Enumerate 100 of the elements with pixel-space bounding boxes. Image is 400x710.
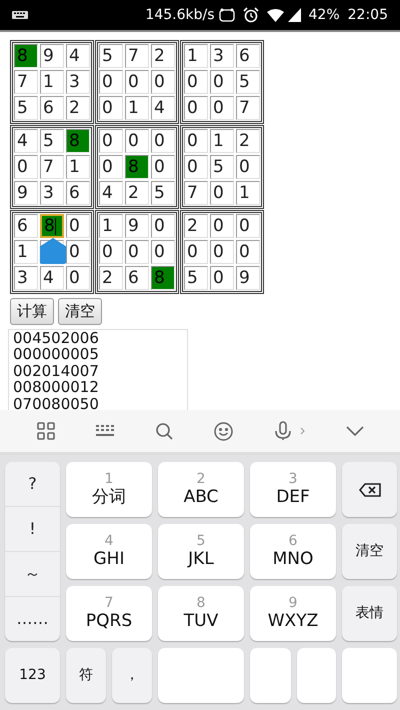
- grid-cell[interactable]: 4: [40, 266, 64, 290]
- grid-cell[interactable]: 6: [236, 44, 260, 68]
- grid-cell[interactable]: 0: [184, 240, 208, 264]
- grid-cell[interactable]: 0: [125, 129, 149, 153]
- grid-cell[interactable]: 0: [66, 266, 90, 290]
- function-key[interactable]: 清空: [342, 524, 397, 579]
- grid-cell[interactable]: 3: [40, 181, 64, 205]
- grid-cell[interactable]: 0: [99, 96, 123, 120]
- grid-cell[interactable]: 0: [210, 240, 234, 264]
- grid-cell[interactable]: 7: [184, 181, 208, 205]
- grid-cell[interactable]: 2: [66, 96, 90, 120]
- calculate-button[interactable]: 计算: [10, 298, 54, 324]
- grid-cell[interactable]: 8: [14, 44, 38, 68]
- backspace-key[interactable]: [342, 462, 397, 517]
- grid-cell[interactable]: 0: [125, 70, 149, 94]
- smiley-icon[interactable]: [214, 422, 232, 440]
- grid-cell[interactable]: 8: [125, 155, 149, 179]
- grid-cell[interactable]: 8: [151, 266, 175, 290]
- grid-cell[interactable]: 1: [236, 181, 260, 205]
- grid-cell[interactable]: 5: [40, 129, 64, 153]
- grid-cell[interactable]: 2: [184, 214, 208, 238]
- grid-cell[interactable]: 0: [66, 214, 90, 238]
- grid-cell[interactable]: 1: [184, 44, 208, 68]
- grid-cell[interactable]: 0: [99, 155, 123, 179]
- symbol-key[interactable]: !: [5, 507, 60, 552]
- symbol-key[interactable]: ?: [5, 462, 60, 507]
- grid-cell[interactable]: 0: [210, 70, 234, 94]
- grid-cell[interactable]: 5: [151, 181, 175, 205]
- grid-cell[interactable]: 0: [184, 70, 208, 94]
- keyboard-icon[interactable]: [96, 425, 114, 437]
- grid-cell[interactable]: 3: [66, 70, 90, 94]
- letter-key[interactable]: 3 DEF: [250, 462, 336, 517]
- function-key[interactable]: 符: [66, 648, 106, 703]
- grid-cell[interactable]: 0: [236, 240, 260, 264]
- grid-cell[interactable]: 2: [151, 44, 175, 68]
- letter-key[interactable]: 4 GHI: [66, 524, 152, 579]
- grid-cell[interactable]: 6: [14, 214, 38, 238]
- grid-cell[interactable]: 0: [151, 240, 175, 264]
- grid-cell[interactable]: 5: [236, 70, 260, 94]
- grid-cell[interactable]: 0: [125, 240, 149, 264]
- grid-cell[interactable]: 5: [184, 266, 208, 290]
- output-field[interactable]: 004502006 000000005 002014007 008000012 070080050: [8, 328, 188, 410]
- grid-cell[interactable]: 7: [14, 70, 38, 94]
- grid-cell[interactable]: 4: [99, 181, 123, 205]
- grid-cell[interactable]: 0: [151, 129, 175, 153]
- grid-cell[interactable]: 0: [14, 155, 38, 179]
- function-key[interactable]: 123: [5, 648, 60, 703]
- grid-cell[interactable]: 9: [40, 44, 64, 68]
- function-key[interactable]: 表情: [342, 586, 397, 641]
- grid-cell[interactable]: 9: [14, 181, 38, 205]
- search-icon[interactable]: [154, 422, 172, 440]
- grid-cell[interactable]: 0: [210, 181, 234, 205]
- grid-cell[interactable]: 0: [99, 240, 123, 264]
- grid-cell[interactable]: 9: [236, 266, 260, 290]
- chevron-right-icon[interactable]: [300, 427, 304, 435]
- letter-key[interactable]: 6 MNO: [250, 524, 336, 579]
- letter-key[interactable]: 5 JKL: [158, 524, 244, 579]
- grid-menu-icon[interactable]: [36, 422, 54, 440]
- grid-cell[interactable]: 2: [99, 266, 123, 290]
- letter-key[interactable]: 1 分词: [66, 462, 152, 517]
- grid-cell[interactable]: 0: [210, 266, 234, 290]
- grid-cell[interactable]: 0: [236, 155, 260, 179]
- grid-cell[interactable]: 4: [66, 44, 90, 68]
- grid-cell[interactable]: 0: [210, 214, 234, 238]
- grid-cell[interactable]: 0: [236, 214, 260, 238]
- grid-cell[interactable]: 1: [99, 214, 123, 238]
- grid-cell[interactable]: 4: [151, 96, 175, 120]
- grid-cell[interactable]: 7: [40, 155, 64, 179]
- function-key[interactable]: ，: [112, 648, 152, 703]
- grid-cell[interactable]: 0: [210, 96, 234, 120]
- grid-cell[interactable]: 1: [66, 155, 90, 179]
- grid-cell[interactable]: 7: [236, 96, 260, 120]
- grid-cell[interactable]: 1: [125, 96, 149, 120]
- grid-cell[interactable]: 8: [66, 129, 90, 153]
- grid-cell[interactable]: 3: [14, 266, 38, 290]
- grid-cell[interactable]: 9: [125, 214, 149, 238]
- grid-cell[interactable]: 1: [14, 240, 38, 264]
- collapse-icon[interactable]: [346, 426, 364, 436]
- letter-key[interactable]: 2 ABC: [158, 462, 244, 517]
- grid-cell[interactable]: 7: [125, 44, 149, 68]
- letter-key[interactable]: 7 PQRS: [66, 586, 152, 641]
- cursor-handle[interactable]: [39, 238, 67, 264]
- grid-cell[interactable]: 1: [210, 129, 234, 153]
- grid-cell[interactable]: 3: [210, 44, 234, 68]
- grid-cell[interactable]: 0: [99, 70, 123, 94]
- grid-cell[interactable]: 0: [151, 70, 175, 94]
- grid-cell[interactable]: 5: [99, 44, 123, 68]
- grid-cell[interactable]: 8: [40, 214, 64, 238]
- grid-cell[interactable]: 0: [151, 214, 175, 238]
- grid-cell[interactable]: 5: [210, 155, 234, 179]
- grid-cell[interactable]: 5: [14, 96, 38, 120]
- grid-cell[interactable]: 0: [184, 96, 208, 120]
- letter-key[interactable]: 9 WXYZ: [250, 586, 336, 641]
- grid-cell[interactable]: 4: [14, 129, 38, 153]
- grid-cell[interactable]: 6: [125, 266, 149, 290]
- letter-key[interactable]: 8 TUV: [158, 586, 244, 641]
- grid-cell[interactable]: 0: [184, 155, 208, 179]
- grid-cell[interactable]: 6: [40, 96, 64, 120]
- symbol-key[interactable]: ……: [5, 597, 60, 641]
- grid-cell[interactable]: 0: [184, 129, 208, 153]
